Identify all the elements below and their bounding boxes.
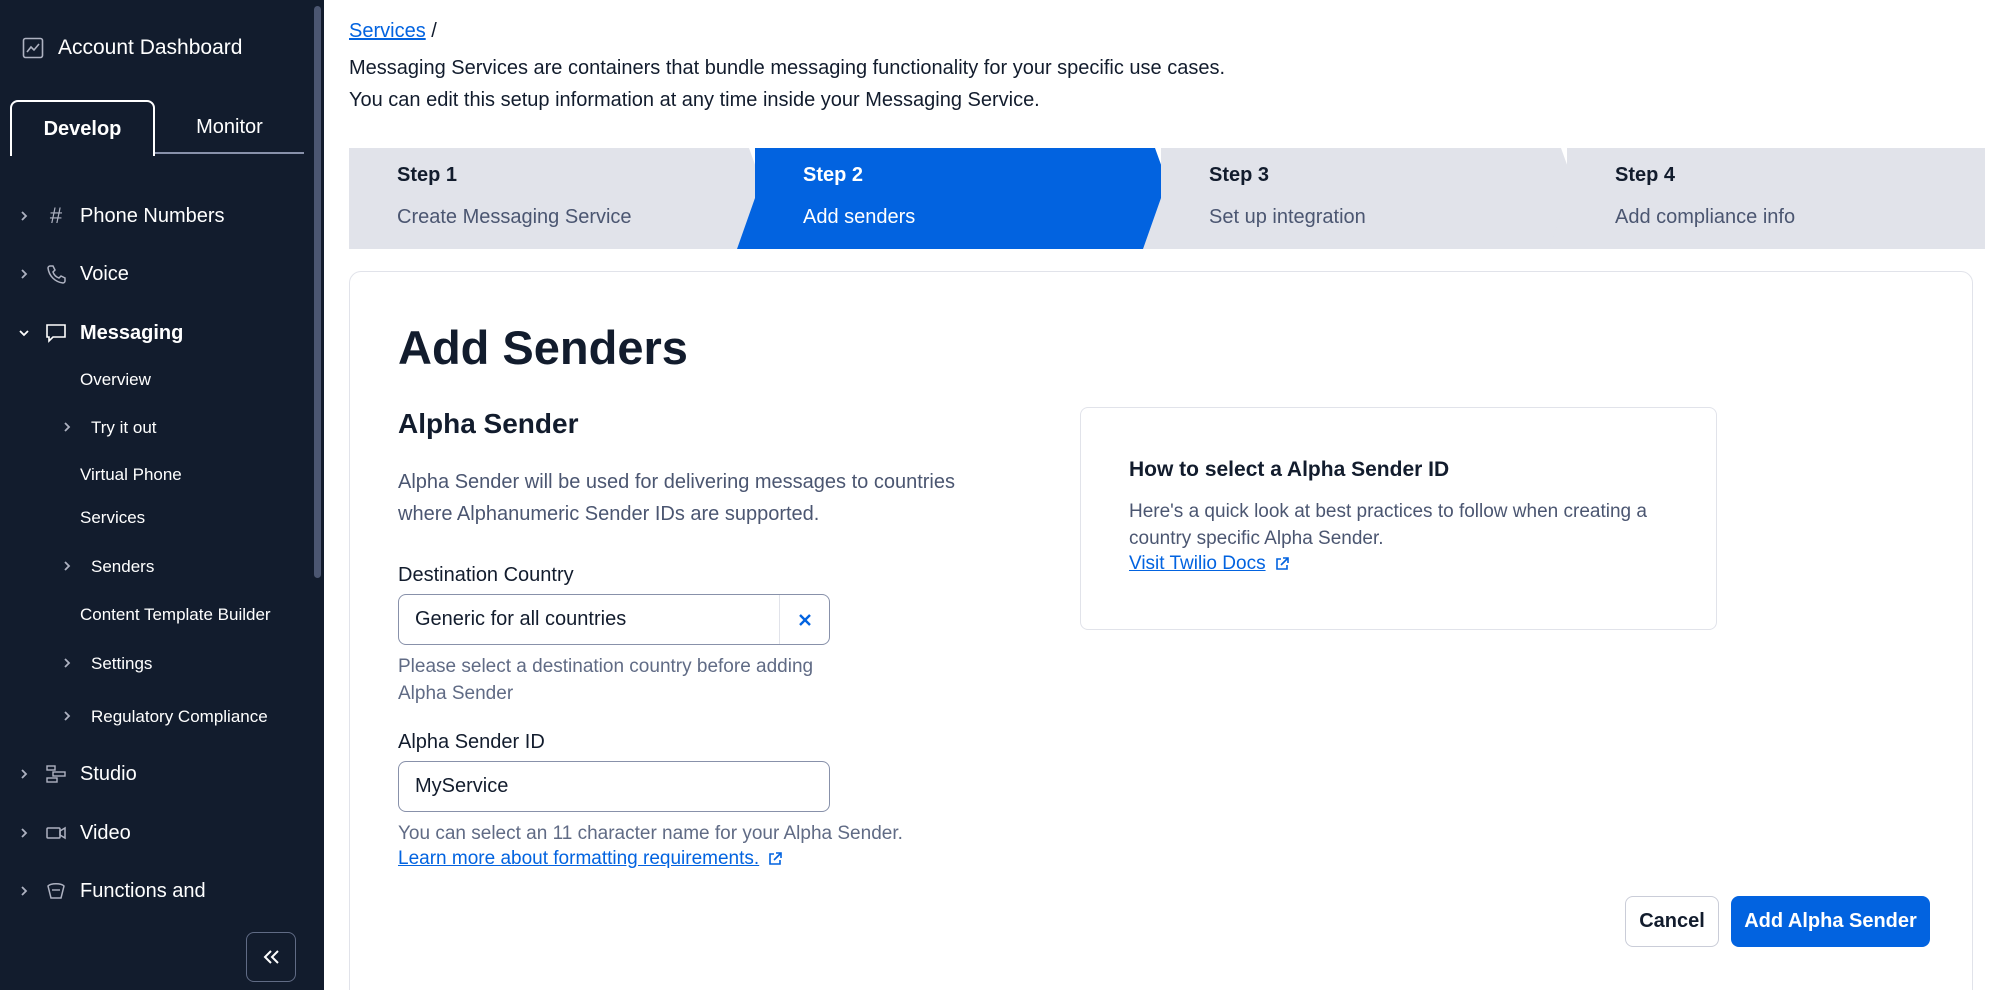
step-2[interactable]: Step 2 Add senders [755,148,1155,249]
chevron-right-icon [62,557,72,577]
hash-icon: # [49,203,63,228]
destination-country-combobox[interactable]: Generic for all countries [398,594,830,645]
breadcrumb: Services / [349,20,437,43]
chat-icon [44,321,68,345]
tab-develop[interactable]: Develop [10,100,155,156]
chevron-right-icon [62,418,72,438]
formatting-requirements-link[interactable]: Learn more about formatting requirements… [398,848,783,870]
clear-button[interactable] [779,595,829,644]
chevron-right-icon [18,885,30,897]
sidebar-item-label: Video [80,821,131,844]
alpha-sender-info-box: How to select a Alpha Sender ID Here's a… [1080,407,1717,630]
tab-monitor[interactable]: Monitor [155,100,304,154]
sidebar-item-label: Messaging [80,321,184,344]
sidebar-tabs: Develop Monitor [10,100,304,156]
account-dashboard-label: Account Dashboard [58,36,243,59]
chevron-right-icon [18,268,30,280]
sidebar-subitem-regulatory-compliance[interactable]: Regulatory Compliance [0,707,310,731]
step-4[interactable]: Step 4 Add compliance info [1567,148,1985,249]
step-3[interactable]: Step 3 Set up integration [1161,148,1561,249]
sidebar: Account Dashboard Develop Monitor # Phon… [0,0,324,990]
functions-icon [44,879,68,903]
info-text: Here's a quick look at best practices to… [1129,501,1647,549]
alpha-sender-id-value: MyService [415,775,509,797]
visit-twilio-docs-link[interactable]: Visit Twilio Docs [1129,553,1290,575]
step-1-name: Create Messaging Service [397,206,632,228]
destination-country-help: Please select a destination country befo… [398,656,814,704]
external-link-icon [769,852,782,865]
step-3-number: Step 3 [1209,164,1270,186]
chevron-right-icon [18,768,30,780]
section-title: Alpha Sender [398,408,579,439]
main-content: Services / Messaging Services are contai… [324,0,2000,990]
cancel-button[interactable]: Cancel [1625,896,1719,947]
step-2-name: Add senders [803,206,916,228]
info-title: How to select a Alpha Sender ID [1129,458,1450,481]
step-4-number: Step 4 [1615,164,1676,186]
chevron-right-icon [18,210,30,222]
intro-text: Messaging Services are containers that b… [349,52,1225,116]
collapse-sidebar-button[interactable] [246,932,296,982]
sidebar-subitem-try-it-out[interactable]: Try it out [0,418,310,442]
sidebar-item-voice[interactable]: Voice [0,256,310,292]
sidebar-item-label: Studio [80,762,137,785]
sidebar-subitem-label: Regulatory Compliance [91,707,268,726]
sidebar-subitem-content-template-builder[interactable]: Content Template Builder [0,605,310,629]
alpha-sender-id-label: Alpha Sender ID [398,731,545,753]
studio-icon [44,762,68,786]
step-2-number: Step 2 [803,164,864,186]
intro-line-1: Messaging Services are containers that b… [349,57,1226,79]
chevron-right-icon [62,654,72,674]
step-1[interactable]: Step 1 Create Messaging Service [349,148,749,249]
double-chevron-left-icon [263,950,279,964]
chevron-right-icon [18,827,30,839]
sidebar-subitem-label: Settings [91,654,153,673]
destination-country-value: Generic for all countries [415,608,627,630]
page-title: Add Senders [398,321,688,374]
destination-country-label: Destination Country [398,564,574,586]
stepper: Step 1 Create Messaging Service Step 2 A… [349,148,1985,249]
add-alpha-sender-button[interactable]: Add Alpha Sender [1731,896,1930,947]
alpha-sender-id-input[interactable]: MyService [398,761,830,812]
sidebar-scrollbar[interactable] [314,6,321,578]
add-senders-card: Add Senders Alpha Sender Alpha Sender wi… [349,271,1973,990]
sidebar-subitem-senders[interactable]: Senders [0,557,310,581]
sidebar-subitem-services[interactable]: Services [0,508,310,532]
phone-icon [44,262,68,286]
sidebar-subitem-label: Try it out [91,418,157,437]
formatting-requirements-label: Learn more about formatting requirements… [398,848,760,869]
intro-line-2: You can edit this setup information at a… [349,89,1040,111]
external-link-icon [1275,557,1289,570]
close-icon [798,613,811,626]
sidebar-subitem-label: Content Template Builder [80,605,271,624]
account-dashboard-link[interactable]: Account Dashboard [22,30,242,66]
sidebar-item-label: Phone Numbers [80,204,225,227]
chevron-down-icon [18,327,30,339]
section-description: Alpha Sender will be used for delivering… [398,471,955,525]
sidebar-item-label: Voice [80,262,129,285]
sidebar-item-label: Functions and [80,879,206,902]
sidebar-subitem-label: Senders [91,557,155,576]
dashboard-icon [22,37,44,59]
step-1-number: Step 1 [397,164,458,186]
sidebar-item-phone-numbers[interactable]: # Phone Numbers [0,198,310,234]
sidebar-subitem-virtual-phone[interactable]: Virtual Phone [0,465,310,489]
video-icon [44,821,68,845]
sidebar-item-functions[interactable]: Functions and [0,873,310,909]
visit-twilio-docs-label: Visit Twilio Docs [1129,553,1266,574]
sidebar-item-messaging[interactable]: Messaging [0,315,310,351]
breadcrumb-separator: / [431,20,437,42]
sidebar-subitem-label: Virtual Phone [80,465,182,484]
step-3-name: Set up integration [1209,206,1366,228]
chevron-right-icon [62,707,72,727]
sidebar-subitem-overview[interactable]: Overview [0,370,310,394]
sidebar-item-studio[interactable]: Studio [0,756,310,792]
breadcrumb-services-link[interactable]: Services [349,20,426,42]
sidebar-subitem-label: Services [80,508,146,527]
sidebar-subitem-label: Overview [80,370,151,389]
sidebar-item-video[interactable]: Video [0,815,310,851]
alpha-sender-id-help: You can select an 11 character name for … [398,823,903,844]
sidebar-subitem-settings[interactable]: Settings [0,654,310,678]
step-4-name: Add compliance info [1615,206,1796,228]
